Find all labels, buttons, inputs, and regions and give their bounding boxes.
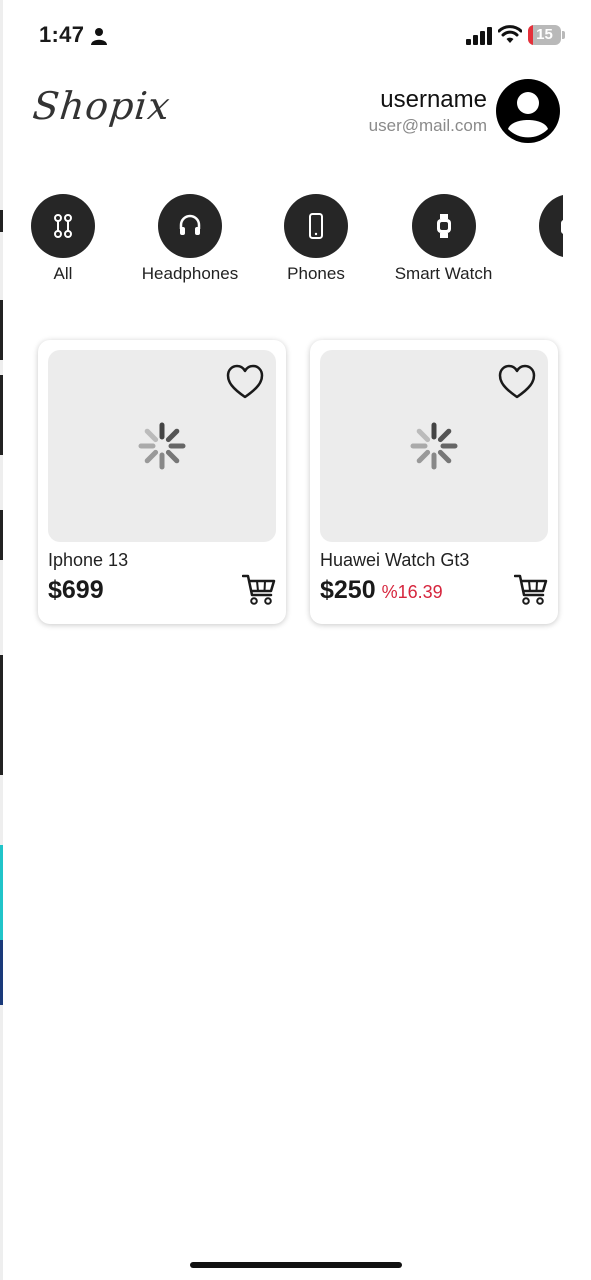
- user-email: user@mail.com: [368, 116, 487, 135]
- battery-body: 15: [528, 25, 561, 45]
- product-price: $699: [48, 576, 104, 604]
- edge-artifact: [0, 940, 3, 1005]
- product-image-placeholder: [320, 350, 548, 542]
- camera-icon: [561, 220, 563, 234]
- user-name: username: [380, 86, 487, 113]
- category-circle: [31, 194, 95, 258]
- category-circle: [284, 194, 348, 258]
- edge-artifact: [0, 375, 3, 455]
- product-card[interactable]: Iphone 13 $699: [38, 340, 286, 624]
- all-icon: [54, 214, 72, 238]
- category-label: Phones: [287, 264, 345, 283]
- product-discount: %16.39: [381, 582, 443, 602]
- category-label: Smart Watch: [394, 264, 493, 283]
- headphones-icon: [179, 214, 201, 235]
- phone-icon: [309, 213, 323, 239]
- wifi-icon: [498, 25, 522, 43]
- category-all[interactable]: All: [31, 194, 95, 284]
- add-to-cart-icon[interactable]: [242, 574, 276, 606]
- user-info[interactable]: username user@mail.com: [369, 86, 487, 137]
- category-circle: [411, 194, 476, 258]
- product-name: Iphone 13: [48, 550, 129, 570]
- product-card[interactable]: Huawei Watch Gt3 $250 %16.39: [310, 340, 558, 624]
- category-circle: [158, 194, 222, 258]
- category-phones[interactable]: Phones: [276, 194, 356, 284]
- edge-artifact: [0, 300, 3, 360]
- battery-cap: [562, 31, 565, 39]
- edge-artifact: [0, 510, 3, 560]
- product-name: Huawei Watch Gt3: [320, 550, 470, 570]
- edge-artifact: [0, 655, 3, 775]
- loading-spinner-icon: [410, 422, 458, 470]
- smart-watch-icon: [436, 214, 451, 238]
- battery-icon: 15: [528, 25, 565, 45]
- product-image-placeholder: [48, 350, 276, 542]
- edge-artifact: [0, 0, 3, 1280]
- person-icon: [91, 28, 107, 45]
- product-price-row: $250 %16.39: [320, 576, 443, 605]
- product-price: $250: [320, 576, 376, 604]
- home-indicator[interactable]: [190, 1262, 402, 1268]
- category-circle: [539, 194, 563, 258]
- user-avatar-icon[interactable]: [496, 79, 560, 143]
- signal-icon: [466, 27, 492, 45]
- category-label: All: [53, 264, 73, 283]
- status-bar: 1:47 15: [0, 0, 591, 70]
- favorite-heart-icon[interactable]: [498, 364, 536, 400]
- category-smart-watch[interactable]: Smart Watch: [386, 194, 501, 284]
- loading-spinner-icon: [138, 422, 186, 470]
- battery-level: 15: [536, 26, 553, 43]
- favorite-heart-icon[interactable]: [226, 364, 264, 400]
- category-headphones[interactable]: Headphones: [134, 194, 246, 284]
- add-to-cart-icon[interactable]: [514, 574, 548, 606]
- app-logo: Shopix: [30, 84, 173, 128]
- product-price-row: $699: [48, 576, 110, 605]
- edge-artifact: [0, 845, 3, 940]
- category-list[interactable]: All Headphones Phones Smart Watch: [0, 194, 563, 294]
- category-v[interactable]: V: [539, 194, 563, 284]
- status-time: 1:47: [39, 22, 85, 47]
- category-label: Headphones: [141, 264, 239, 283]
